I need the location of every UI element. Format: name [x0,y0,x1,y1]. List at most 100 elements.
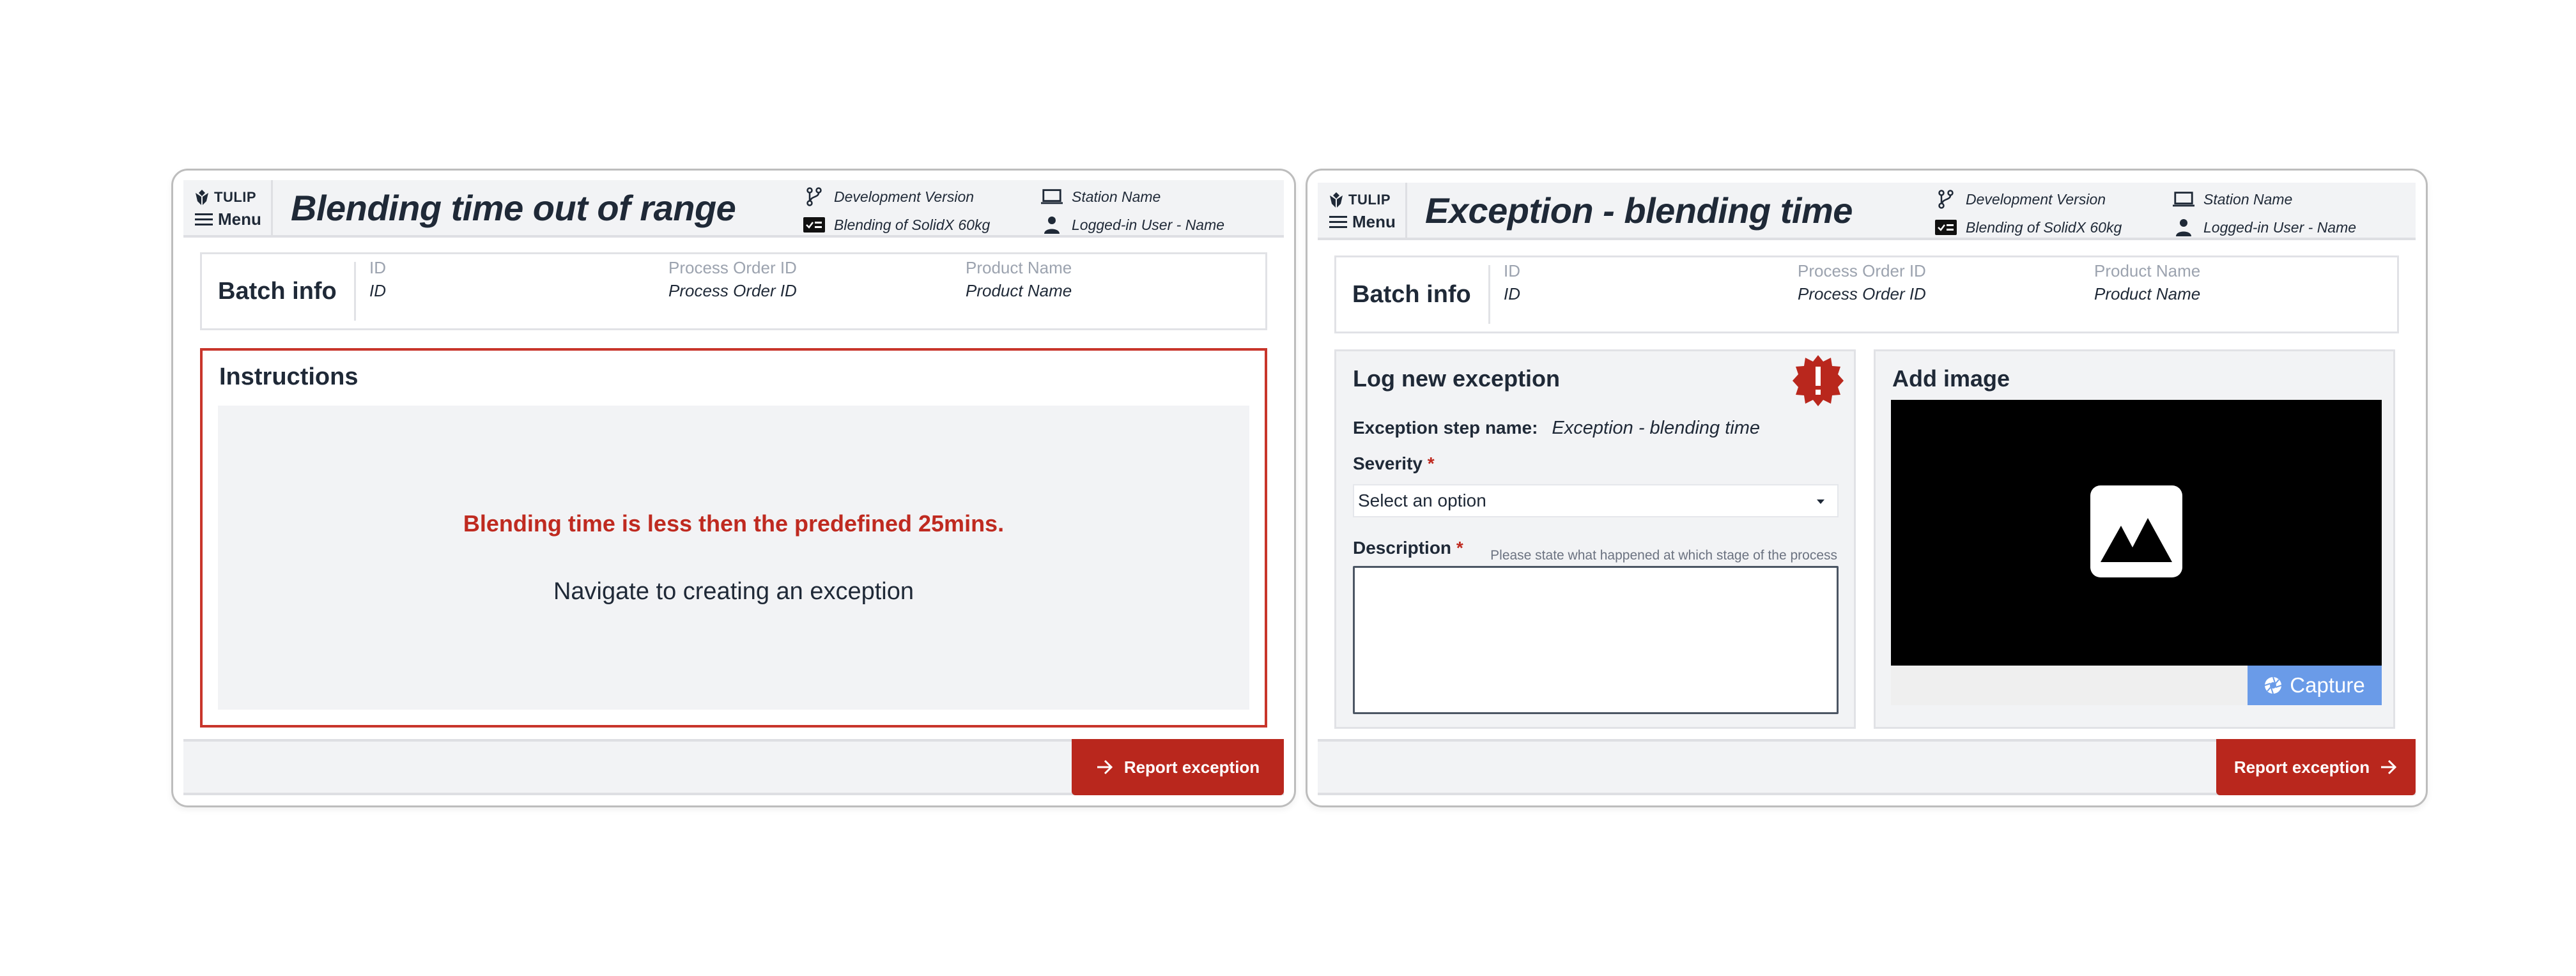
field-value: ID [369,281,386,300]
user-info: Logged-in User - Name [1041,211,1284,239]
laptop-icon [1041,188,1063,206]
batch-info-title: Batch info [218,277,337,305]
log-exception-panel: Log new exception Exception step name: E… [1334,349,1856,729]
report-exception-button[interactable]: Report exception [1072,739,1284,795]
process-text: Blending of SolidX 60kg [1966,218,2122,236]
hamburger-icon [195,213,213,225]
instructions-card: Instructions Blending time is less then … [200,348,1267,728]
batch-info-title: Batch info [1352,280,1471,308]
brand-name: TULIP [1348,192,1391,208]
checklist-icon [803,216,825,234]
header-meta: Development Version Station Name Blendin… [803,180,1284,235]
brand-menu: TULIP Menu [1318,183,1407,238]
field-label: Process Order ID [1798,261,1926,280]
batch-info-card: Batch info ID ID Process Order ID Proces… [1334,255,2399,333]
batch-field-process-order: Process Order ID Process Order ID [668,258,797,301]
menu-button[interactable]: Menu [1329,211,1405,233]
footer-bar: Report exception [1318,739,2416,795]
user-icon [2173,218,2194,236]
instructions-body: Blending time is less then the predefine… [218,406,1249,710]
description-textarea[interactable] [1353,566,1839,714]
menu-label: Menu [218,209,261,229]
field-value: Process Order ID [668,281,797,300]
batch-info-card: Batch info ID ID Process Order ID Proces… [200,252,1267,330]
batch-field-process-order: Process Order ID Process Order ID [1798,261,1926,304]
step-name-value: Exception - blending time [1552,418,1761,438]
menu-label: Menu [1352,211,1396,231]
description-label: Description * [1353,538,1463,558]
field-label: Process Order ID [668,258,797,277]
required-mark: * [1427,454,1435,473]
menu-button[interactable]: Menu [195,208,271,230]
version-text: Development Version [834,188,975,205]
report-exception-button[interactable]: Report exception [2216,739,2416,795]
batch-field-id: ID ID [369,258,386,301]
user-text: Logged-in User - Name [1072,216,1225,233]
button-label: Report exception [1123,757,1260,777]
step-name-label: Exception step name: [1353,418,1538,438]
description-hint: Please state what happened at which stag… [1490,548,1837,563]
add-image-panel: Add image Capture [1874,349,2395,729]
field-label: Product Name [2094,261,2201,280]
field-label: Product Name [966,258,1072,277]
brand-menu: TULIP Menu [183,180,273,235]
version-text: Development Version [1966,190,2106,208]
button-label: Report exception [2233,757,2370,777]
version-info: Development Version [1935,185,2173,213]
field-value: ID [1504,284,1520,303]
description-label-text: Description [1353,538,1452,558]
log-exception-title: Log new exception [1353,365,1561,392]
field-value: Process Order ID [1798,284,1926,303]
add-image-title: Add image [1892,365,2010,392]
severity-label: Severity * [1353,454,1435,474]
camera-shutter-icon [2264,676,2282,694]
exception-step-row: Exception step name: Exception - blendin… [1353,418,1760,439]
field-label: ID [1504,261,1520,280]
alert-message: Blending time is less then the predefine… [463,510,1005,537]
app-header: TULIP Menu Exception - blending time Dev… [1318,183,2416,240]
camera-preview[interactable] [1891,400,2382,666]
station-text: Station Name [2203,190,2293,208]
chevron-down-icon [1817,499,1824,504]
branch-icon [1935,190,1957,209]
app-header: TULIP Menu Blending time out of range De… [183,180,1284,238]
page-title: Blending time out of range [291,187,736,228]
severity-placeholder: Select an option [1358,491,1486,510]
batch-field-product: Product Name Product Name [966,258,1072,301]
divider [1488,265,1490,324]
capture-button[interactable]: Capture [2248,666,2382,705]
tulip-logo-icon [196,190,208,205]
batch-field-product: Product Name Product Name [2094,261,2200,304]
arrow-right-icon [2381,759,2397,775]
user-text: Logged-in User - Name [2203,218,2357,236]
laptop-icon [2173,190,2194,208]
instruction-text: Navigate to creating an exception [553,577,914,605]
image-placeholder-icon [2090,485,2182,577]
header-meta: Development Version Station Name Blendin… [1935,183,2416,238]
field-label: ID [369,258,386,277]
hamburger-icon [1329,216,1347,228]
severity-label-text: Severity [1353,454,1423,473]
checklist-icon [1935,218,1957,236]
station-info: Station Name [2173,185,2416,213]
capture-label: Capture [2290,673,2365,697]
brand-name: TULIP [214,189,257,205]
severity-select[interactable]: Select an option [1353,484,1839,517]
right-screen: TULIP Menu Exception - blending time Dev… [1306,169,2428,807]
station-info: Station Name [1041,183,1284,211]
field-value: Product Name [2094,284,2201,303]
user-icon [1041,216,1063,234]
footer-bar: Report exception [183,739,1284,795]
branch-icon [803,187,825,206]
arrow-right-icon [1097,759,1113,775]
station-text: Station Name [1072,188,1161,205]
tulip-logo-icon [1330,192,1343,208]
field-value: Product Name [966,281,1072,300]
page-title: Exception - blending time [1425,190,1853,231]
camera-toolbar: Capture [1891,666,2382,705]
required-mark: * [1456,538,1463,558]
instructions-title: Instructions [219,363,359,390]
batch-field-id: ID ID [1504,261,1520,304]
process-text: Blending of SolidX 60kg [834,216,991,233]
left-screen: TULIP Menu Blending time out of range De… [171,169,1296,807]
